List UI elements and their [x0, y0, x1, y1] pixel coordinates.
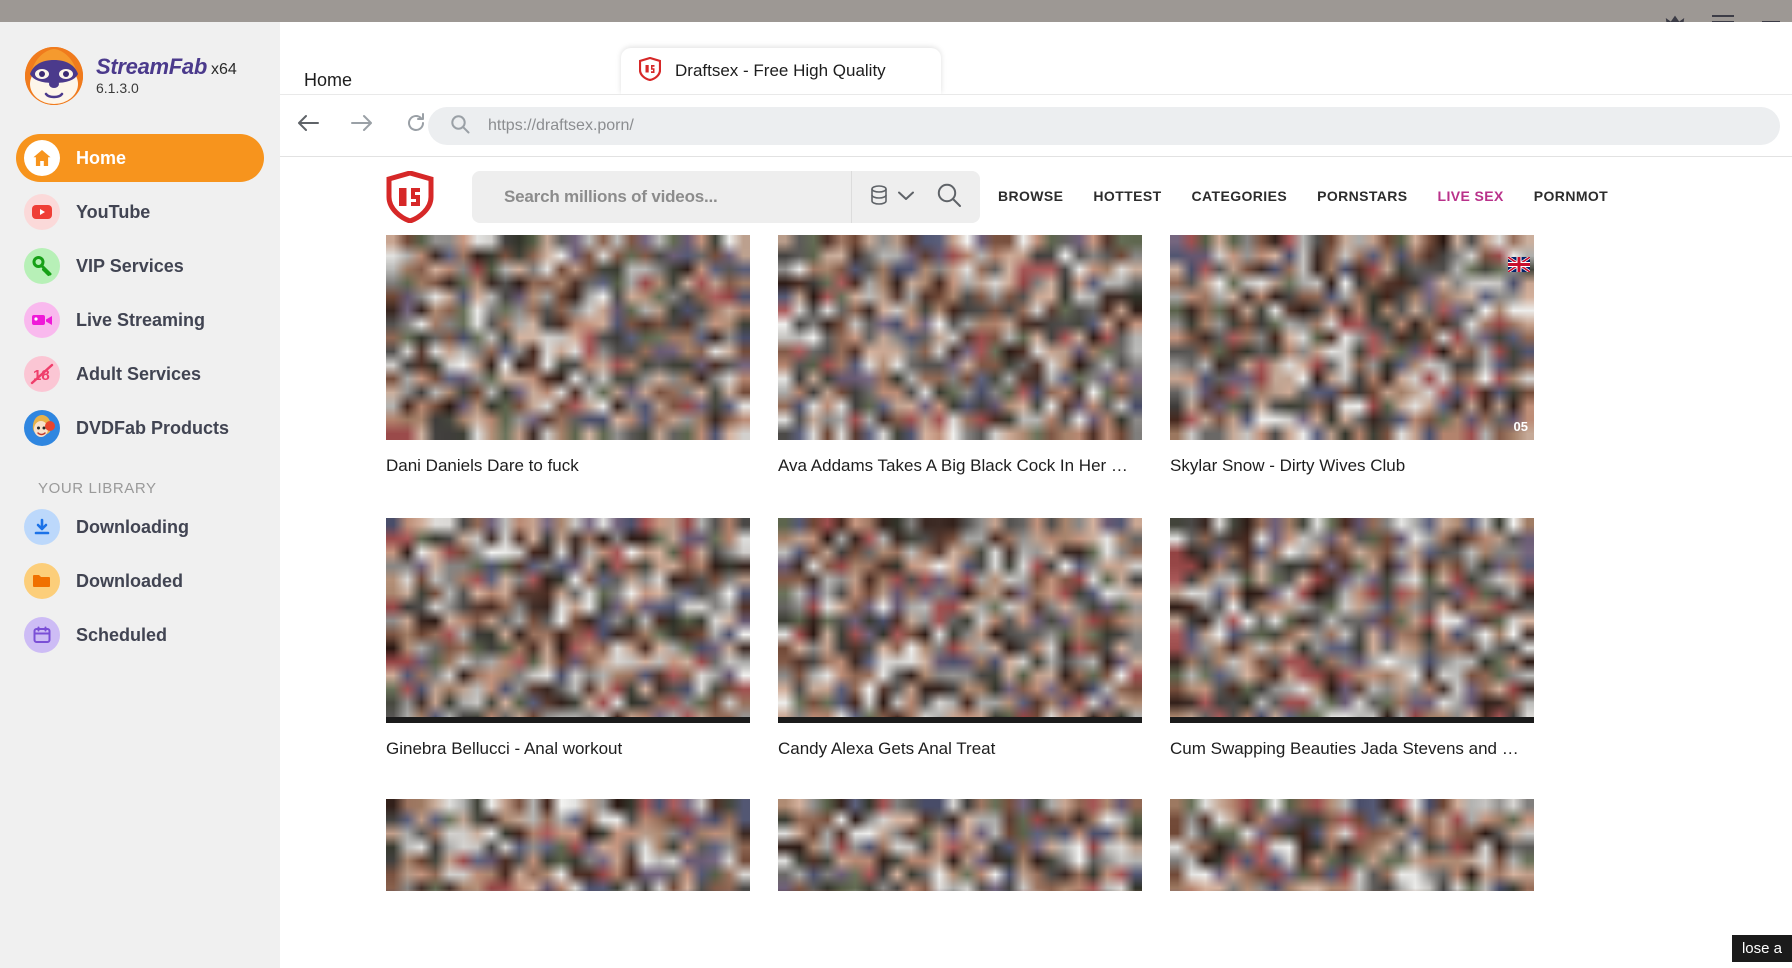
sidebar-item-downloaded[interactable]: Downloaded: [16, 557, 264, 605]
tab-title: Draftsex - Free High Quality: [675, 61, 886, 80]
video-card[interactable]: Cum Swapping Beauties Jada Stevens and …: [1170, 518, 1534, 759]
site-nav-browse[interactable]: BROWSE: [998, 188, 1063, 204]
site-nav-categories[interactable]: CATEGORIES: [1192, 188, 1288, 204]
sidebar: StreamFab x64 6.1.3.0 Home YouTube VIP S…: [0, 22, 280, 968]
video-title: Cum Swapping Beauties Jada Stevens and …: [1170, 739, 1519, 758]
video-scrubber[interactable]: [386, 717, 750, 723]
library-heading: YOUR LIBRARY: [38, 480, 157, 497]
tab-strip: Home Draftsex - Free High Quality: [280, 22, 1792, 94]
streamfab-logo-icon: [22, 44, 86, 108]
video-thumbnail[interactable]: [386, 799, 750, 891]
brand-version: 6.1.3.0: [96, 80, 139, 97]
sidebar-item-scheduled[interactable]: Scheduled: [16, 611, 264, 659]
video-card[interactable]: 05 Skylar Snow - Dirty Wives Club: [1170, 235, 1534, 476]
video-row: [386, 799, 1686, 891]
draftsex-shield-icon: [638, 56, 662, 86]
site-search-placeholder: Search millions of videos...: [504, 187, 718, 206]
video-thumbnail[interactable]: [386, 235, 750, 440]
site-header: Search millions of videos... BROWSE HOTT…: [280, 157, 1792, 235]
video-duration: 05: [1513, 419, 1528, 434]
site-nav-live-sex[interactable]: LIVE SEX: [1438, 188, 1504, 204]
tab-draftsex[interactable]: Draftsex - Free High Quality: [621, 48, 941, 94]
video-thumbnail[interactable]: [386, 518, 750, 723]
sidebar-item-downloading[interactable]: Downloading: [16, 503, 264, 551]
site-nav: BROWSE HOTTEST CATEGORIES PORNSTARS LIVE…: [998, 157, 1608, 235]
chevron-down-icon[interactable]: [898, 188, 914, 206]
video-title: Dani Daniels Dare to fuck: [386, 456, 579, 475]
sidebar-nav: Home YouTube VIP Services Live Streaming: [0, 134, 280, 659]
video-title: Ava Addams Takes A Big Black Cock In Her…: [778, 456, 1128, 475]
forward-icon[interactable]: [346, 107, 378, 139]
video-card[interactable]: [1170, 799, 1534, 891]
video-card[interactable]: Candy Alexa Gets Anal Treat: [778, 518, 1142, 759]
video-thumbnail[interactable]: [1170, 799, 1534, 891]
video-thumbnail[interactable]: [778, 235, 1142, 440]
brand-name: StreamFab: [96, 54, 208, 80]
video-row: Dani Daniels Dare to fuck Ava Addams Tak…: [386, 235, 1686, 476]
search-icon: [450, 114, 470, 139]
sidebar-item-adult-services[interactable]: 18 Adult Services: [16, 350, 264, 398]
sidebar-item-label: DVDFab Products: [76, 417, 230, 438]
site-nav-pornstars[interactable]: PORNSTARS: [1317, 188, 1407, 204]
site-nav-hottest[interactable]: HOTTEST: [1093, 188, 1161, 204]
video-row: Ginebra Bellucci - Anal workout Candy Al…: [386, 518, 1686, 759]
tab-home[interactable]: Home: [304, 70, 352, 91]
back-icon[interactable]: [292, 107, 324, 139]
sidebar-item-vip-services[interactable]: VIP Services: [16, 242, 264, 290]
close-ad-toast[interactable]: lose a: [1731, 935, 1792, 962]
site-search[interactable]: Search millions of videos...: [472, 171, 980, 223]
dvdfab-mascot-icon: [24, 410, 60, 446]
sidebar-item-youtube[interactable]: YouTube: [16, 188, 264, 236]
video-thumbnail[interactable]: 05: [1170, 235, 1534, 440]
database-icon[interactable]: [870, 184, 888, 210]
video-thumbnail[interactable]: [1170, 518, 1534, 723]
sidebar-item-label: Scheduled: [76, 624, 168, 645]
sidebar-item-label: Home: [76, 147, 127, 168]
video-thumbnail[interactable]: [778, 518, 1142, 723]
title-bar: [0, 0, 1792, 22]
sidebar-item-label: Live Streaming: [76, 309, 206, 330]
uk-flag-icon: [1507, 255, 1531, 274]
sidebar-item-home[interactable]: Home: [16, 134, 264, 182]
calendar-icon: [24, 617, 60, 653]
download-arrow-icon: [24, 509, 60, 545]
sidebar-item-live-streaming[interactable]: Live Streaming: [16, 296, 264, 344]
web-content: Search millions of videos... BROWSE HOTT…: [280, 156, 1792, 968]
brand: StreamFab x64 6.1.3.0: [0, 22, 280, 108]
folder-icon: [24, 563, 60, 599]
video-card[interactable]: [386, 799, 750, 891]
video-card[interactable]: Dani Daniels Dare to fuck: [386, 235, 750, 476]
site-search-submit-icon[interactable]: [936, 182, 962, 213]
draftsex-shield-logo-icon[interactable]: [386, 170, 434, 224]
video-title: Ginebra Bellucci - Anal workout: [386, 739, 623, 758]
sidebar-item-dvdfab-products[interactable]: DVDFab Products: [16, 404, 264, 452]
youtube-icon: [24, 194, 60, 230]
video-card[interactable]: Ava Addams Takes A Big Black Cock In Her…: [778, 235, 1142, 476]
brand-arch: x64: [211, 61, 237, 79]
video-card[interactable]: [778, 799, 1142, 891]
video-scrubber[interactable]: [1170, 717, 1534, 723]
home-icon: [24, 140, 60, 176]
sidebar-item-label: Downloading: [76, 516, 189, 537]
sidebar-item-label: Downloaded: [76, 570, 183, 591]
video-scrubber[interactable]: [778, 717, 1142, 723]
video-title: Skylar Snow - Dirty Wives Club: [1170, 456, 1406, 475]
sidebar-item-label: YouTube: [76, 201, 151, 222]
sidebar-item-label: Adult Services: [76, 363, 202, 384]
eighteen-plus-icon: 18: [24, 356, 60, 392]
video-camera-icon: [24, 302, 60, 338]
address-bar-value: https://draftsex.porn/: [488, 117, 634, 134]
streamfab-window: StreamFab x64 6.1.3.0 Home YouTube VIP S…: [0, 0, 1792, 968]
key-icon: [24, 248, 60, 284]
video-grid: Dani Daniels Dare to fuck Ava Addams Tak…: [280, 235, 1792, 891]
sidebar-item-label: VIP Services: [76, 255, 184, 276]
video-title: Candy Alexa Gets Anal Treat: [778, 739, 996, 758]
site-nav-pornmot[interactable]: PORNMOT: [1534, 188, 1608, 204]
video-thumbnail[interactable]: [778, 799, 1142, 891]
video-card[interactable]: Ginebra Bellucci - Anal workout: [386, 518, 750, 759]
address-bar[interactable]: https://draftsex.porn/: [428, 107, 1780, 145]
browser-toolbar: https://draftsex.porn/: [280, 94, 1792, 156]
